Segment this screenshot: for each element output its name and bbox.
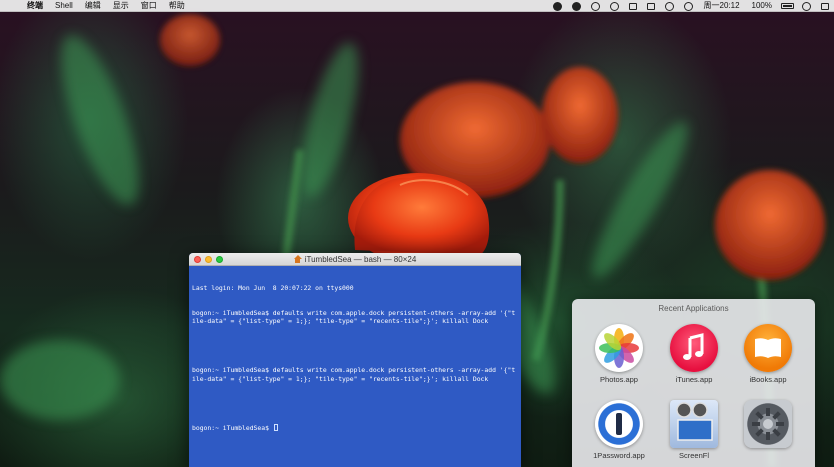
lock-icon[interactable] bbox=[628, 2, 637, 10]
menu-bar: 终端 Shell 编辑 显示 窗口 帮助 周一20:12 100% bbox=[0, 0, 834, 12]
clock-text[interactable]: 周一20:12 bbox=[698, 0, 746, 12]
itunes-icon bbox=[670, 324, 718, 372]
terminal-cursor bbox=[273, 423, 278, 431]
ibooks-icon bbox=[744, 324, 792, 372]
app-label: Photos.app bbox=[600, 375, 638, 384]
battery-percent[interactable]: 100% bbox=[746, 0, 778, 12]
app-label: 1Password.app bbox=[593, 451, 645, 460]
record-icon[interactable] bbox=[552, 1, 562, 11]
status-area: 周一20:12 100% bbox=[548, 0, 834, 12]
terminal-titlebar[interactable]: iTumbledSea — bash — 80×24 bbox=[189, 253, 521, 266]
menu-shell[interactable]: Shell bbox=[50, 0, 80, 12]
terminal-line: bogon:~ iTumbledSea$ defaults write com.… bbox=[192, 309, 516, 326]
terminal-line: Last login: Mon Jun 8 20:07:22 on ttys00… bbox=[192, 284, 354, 293]
clock-icon[interactable] bbox=[609, 1, 619, 11]
terminal-prompt: bogon:~ iTumbledSea$ bbox=[192, 423, 273, 432]
menu-app-terminal[interactable]: 终端 bbox=[22, 0, 50, 12]
terminal-title: iTumbledSea — bash — 80×24 bbox=[304, 254, 417, 264]
battery-icon[interactable] bbox=[781, 3, 794, 9]
app-ibooks[interactable]: iBooks.app bbox=[733, 324, 803, 384]
terminal-output[interactable]: Last login: Mon Jun 8 20:07:22 on ttys00… bbox=[189, 266, 521, 450]
app-photos[interactable]: Photos.app bbox=[584, 324, 654, 384]
system-preferences-icon bbox=[744, 400, 792, 448]
menu-help[interactable]: 帮助 bbox=[164, 0, 192, 12]
home-folder-icon bbox=[293, 255, 302, 263]
terminal-prompt-line: bogon:~ iTumbledSea$ bbox=[192, 423, 518, 432]
app-system-preferences[interactable] bbox=[733, 400, 803, 451]
recent-applications-stack: Recent Applications Photos.app iTunes.ap… bbox=[572, 299, 815, 467]
stack-title: Recent Applications bbox=[658, 304, 729, 313]
info-icon[interactable] bbox=[590, 1, 600, 11]
app-1password[interactable]: 1Password.app bbox=[584, 400, 654, 460]
menu-window[interactable]: 窗口 bbox=[136, 0, 164, 12]
volume-icon[interactable] bbox=[683, 1, 693, 11]
wifi-icon[interactable] bbox=[664, 1, 674, 11]
terminal-window[interactable]: iTumbledSea — bash — 80×24 Last login: M… bbox=[189, 253, 521, 467]
app-label: iBooks.app bbox=[749, 375, 787, 384]
screenflick-icon bbox=[670, 400, 718, 448]
display-icon[interactable] bbox=[646, 2, 655, 10]
app-screenflick[interactable]: ScreenFl bbox=[659, 400, 729, 460]
app-itunes[interactable]: iTunes.app bbox=[659, 324, 729, 384]
menu-edit[interactable]: 编辑 bbox=[80, 0, 108, 12]
minimize-button[interactable] bbox=[205, 256, 212, 263]
app-label: iTunes.app bbox=[675, 375, 713, 384]
zoom-button[interactable] bbox=[216, 256, 223, 263]
terminal-line: bogon:~ iTumbledSea$ defaults write com.… bbox=[192, 366, 516, 383]
spotlight-icon[interactable] bbox=[802, 1, 811, 11]
notification-center-icon[interactable] bbox=[821, 2, 829, 10]
eye-icon[interactable] bbox=[571, 1, 581, 11]
close-button[interactable] bbox=[194, 256, 201, 263]
1password-icon bbox=[595, 400, 643, 448]
app-label: ScreenFl bbox=[678, 451, 709, 460]
window-controls bbox=[194, 256, 223, 263]
menu-view[interactable]: 显示 bbox=[108, 0, 136, 12]
photos-icon bbox=[595, 324, 643, 372]
